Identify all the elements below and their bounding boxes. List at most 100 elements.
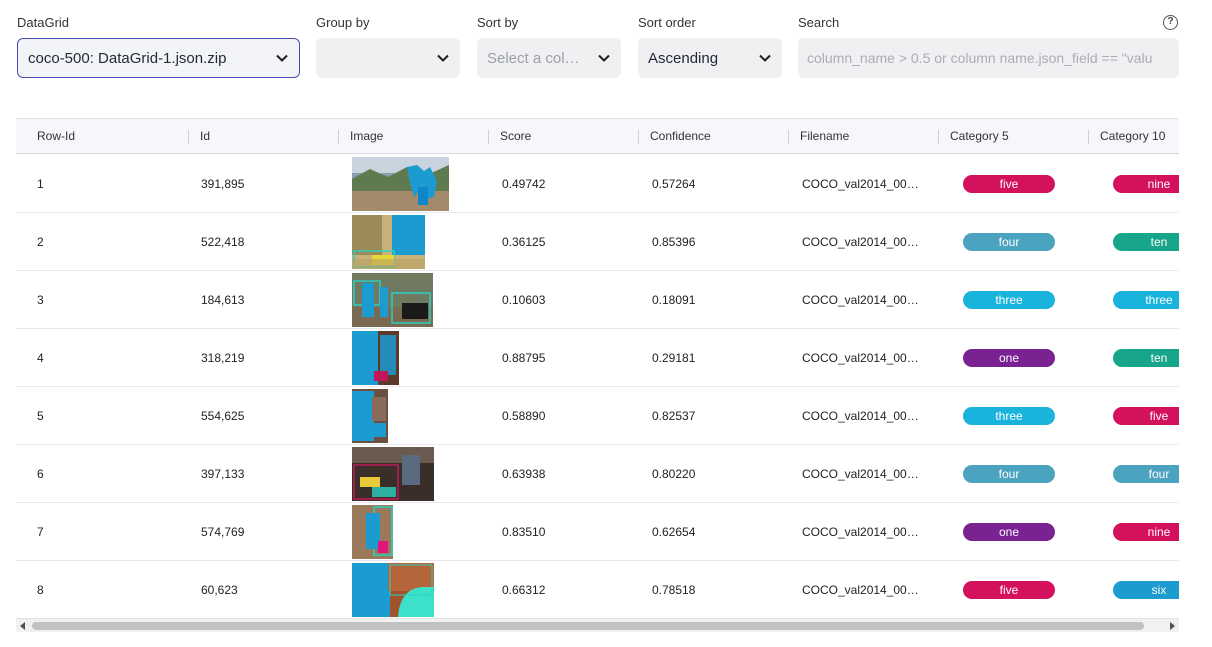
column-separator[interactable] — [788, 130, 789, 144]
table-row[interactable]: 1 391,895 0.49742 0.57264 COCO_val2014_0… — [16, 155, 1179, 213]
cell-filename: COCO_val2014_00… — [802, 467, 919, 481]
image-thumbnail-art — [352, 157, 449, 211]
cell-score: 0.66312 — [502, 583, 546, 597]
table-row[interactable]: 3 184,613 0.10603 0.18091 COCO_val2014_0… — [16, 271, 1179, 329]
sort-order-control: Sort order — [638, 14, 696, 32]
cell-score: 0.36125 — [502, 235, 546, 249]
chevron-down-icon — [276, 54, 288, 62]
column-separator[interactable] — [338, 130, 339, 144]
cell-filename: COCO_val2014_00… — [802, 177, 919, 191]
cell-row-id: 4 — [37, 351, 44, 365]
cell-score: 0.58890 — [502, 409, 546, 423]
cell-confidence: 0.82537 — [652, 409, 696, 423]
category-5-badge: four — [963, 465, 1055, 483]
help-icon[interactable]: ? — [1163, 15, 1178, 30]
cell-score: 0.88795 — [502, 351, 546, 365]
category-10-badge: three — [1113, 291, 1179, 309]
image-thumbnail[interactable] — [352, 157, 449, 211]
datagrid-select[interactable]: coco-500: DataGrid-1.json.zip — [17, 38, 300, 78]
cell-id: 318,219 — [201, 351, 245, 365]
chevron-down-icon — [437, 54, 449, 62]
cell-id: 60,623 — [201, 583, 238, 597]
table-row[interactable]: 4 318,219 0.88795 0.29181 COCO_val2014_0… — [16, 329, 1179, 387]
column-header-confidence[interactable]: Confidence — [644, 119, 711, 154]
chevron-down-icon — [759, 54, 771, 62]
table-row[interactable]: 2 522,418 0.36125 0.85396 COCO_val2014_0… — [16, 213, 1179, 271]
column-separator[interactable] — [1088, 130, 1089, 144]
cell-id: 574,769 — [201, 525, 245, 539]
image-thumbnail[interactable] — [352, 215, 425, 269]
grid-header: Row-Id Id Image Score Confidence Filenam… — [16, 119, 1179, 154]
search-control: Search — [798, 14, 839, 32]
column-header-image[interactable]: Image — [344, 119, 383, 154]
cell-row-id: 5 — [37, 409, 44, 423]
category-5-badge: one — [963, 349, 1055, 367]
image-thumbnail-art — [352, 215, 425, 269]
category-5-badge: one — [963, 523, 1055, 541]
cell-score: 0.10603 — [502, 293, 546, 307]
category-10-badge: ten — [1113, 233, 1179, 251]
column-header-score[interactable]: Score — [494, 119, 531, 154]
cell-row-id: 3 — [37, 293, 44, 307]
category-10-badge: nine — [1113, 175, 1179, 193]
column-header-id[interactable]: Id — [194, 119, 210, 154]
image-thumbnail[interactable] — [352, 273, 433, 327]
column-separator[interactable] — [488, 130, 489, 144]
image-thumbnail-art — [352, 505, 393, 559]
table-row[interactable]: 6 397,133 0.63938 0.80220 COCO_val2014_0… — [16, 445, 1179, 503]
image-thumbnail[interactable] — [352, 389, 388, 443]
cell-row-id: 7 — [37, 525, 44, 539]
datagrid-control: DataGrid — [17, 14, 69, 32]
column-separator[interactable] — [188, 130, 189, 144]
controls-bar: DataGrid coco-500: DataGrid-1.json.zip G… — [0, 0, 1212, 100]
cell-confidence: 0.29181 — [652, 351, 696, 365]
category-10-badge: six — [1113, 581, 1179, 599]
cell-id: 554,625 — [201, 409, 245, 423]
sort-by-label: Sort by — [477, 15, 519, 30]
image-thumbnail[interactable] — [352, 505, 393, 559]
scroll-right-icon[interactable] — [1170, 622, 1175, 630]
column-header-row-id[interactable]: Row-Id — [31, 119, 75, 154]
cell-filename: COCO_val2014_00… — [802, 235, 919, 249]
cell-confidence: 0.18091 — [652, 293, 696, 307]
column-header-category-10[interactable]: Category 10 — [1094, 119, 1165, 154]
sort-order-select[interactable]: Ascending — [638, 38, 782, 78]
datagrid-label: DataGrid — [17, 15, 70, 30]
search-label: Search — [798, 15, 840, 30]
image-thumbnail[interactable] — [352, 331, 399, 385]
cell-row-id: 6 — [37, 467, 44, 481]
sort-order-label: Sort order — [638, 15, 696, 30]
column-separator[interactable] — [938, 130, 939, 144]
cell-score: 0.83510 — [502, 525, 546, 539]
image-thumbnail[interactable] — [352, 447, 434, 501]
cell-row-id: 1 — [37, 177, 44, 191]
data-grid: Row-Id Id Image Score Confidence Filenam… — [16, 118, 1179, 618]
category-10-badge: four — [1113, 465, 1179, 483]
table-row[interactable]: 7 574,769 0.83510 0.62654 COCO_val2014_0… — [16, 503, 1179, 561]
image-thumbnail-art — [352, 389, 388, 443]
sort-by-select[interactable]: Select a col… — [477, 38, 621, 78]
cell-id: 391,895 — [201, 177, 245, 191]
scroll-left-icon[interactable] — [20, 622, 25, 630]
table-row[interactable]: 5 554,625 0.58890 0.82537 COCO_val2014_0… — [16, 387, 1179, 445]
category-5-badge: three — [963, 407, 1055, 425]
category-10-badge: five — [1113, 407, 1179, 425]
cell-row-id: 8 — [37, 583, 44, 597]
cell-confidence: 0.80220 — [652, 467, 696, 481]
cell-score: 0.63938 — [502, 467, 546, 481]
image-thumbnail-art — [352, 273, 433, 327]
group-by-control: Group by — [316, 14, 369, 32]
table-row[interactable]: 8 60,623 0.66312 0.78518 COCO_val2014_00… — [16, 561, 1179, 618]
cell-filename: COCO_val2014_00… — [802, 351, 919, 365]
cell-filename: COCO_val2014_00… — [802, 293, 919, 307]
image-thumbnail-art — [352, 447, 434, 501]
column-header-filename[interactable]: Filename — [794, 119, 849, 154]
horizontal-scrollbar[interactable] — [16, 618, 1179, 632]
search-input[interactable]: column_name > 0.5 or column name.json_fi… — [798, 38, 1179, 78]
image-thumbnail[interactable] — [352, 563, 434, 617]
scrollbar-thumb[interactable] — [32, 622, 1144, 630]
group-by-select[interactable] — [316, 38, 460, 78]
column-separator[interactable] — [638, 130, 639, 144]
column-header-category-5[interactable]: Category 5 — [944, 119, 1009, 154]
sort-order-value: Ascending — [648, 49, 719, 67]
